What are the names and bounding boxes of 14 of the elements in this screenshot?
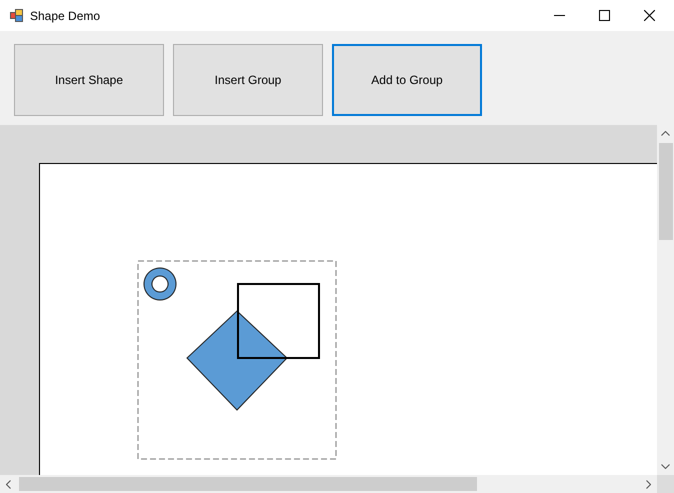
toolbar-button[interactable]: Insert Shape [14,44,164,116]
maximize-icon[interactable] [599,10,610,21]
scrollbar-thumb[interactable] [658,143,672,240]
close-icon[interactable] [644,10,655,21]
scrollbar-thumb[interactable] [19,477,477,491]
horizontal-scrollbar[interactable] [0,475,657,493]
minimize-icon[interactable] [554,14,565,16]
window-title: Shape Demo [30,8,100,24]
vertical-scrollbar[interactable] [657,125,674,475]
ring-shape [144,268,176,300]
scrollbar-corner [657,475,674,493]
app-icon [10,9,23,22]
toolbar-button[interactable]: Add to Group [332,44,482,116]
toolbar-button[interactable]: Insert Group [173,44,323,116]
